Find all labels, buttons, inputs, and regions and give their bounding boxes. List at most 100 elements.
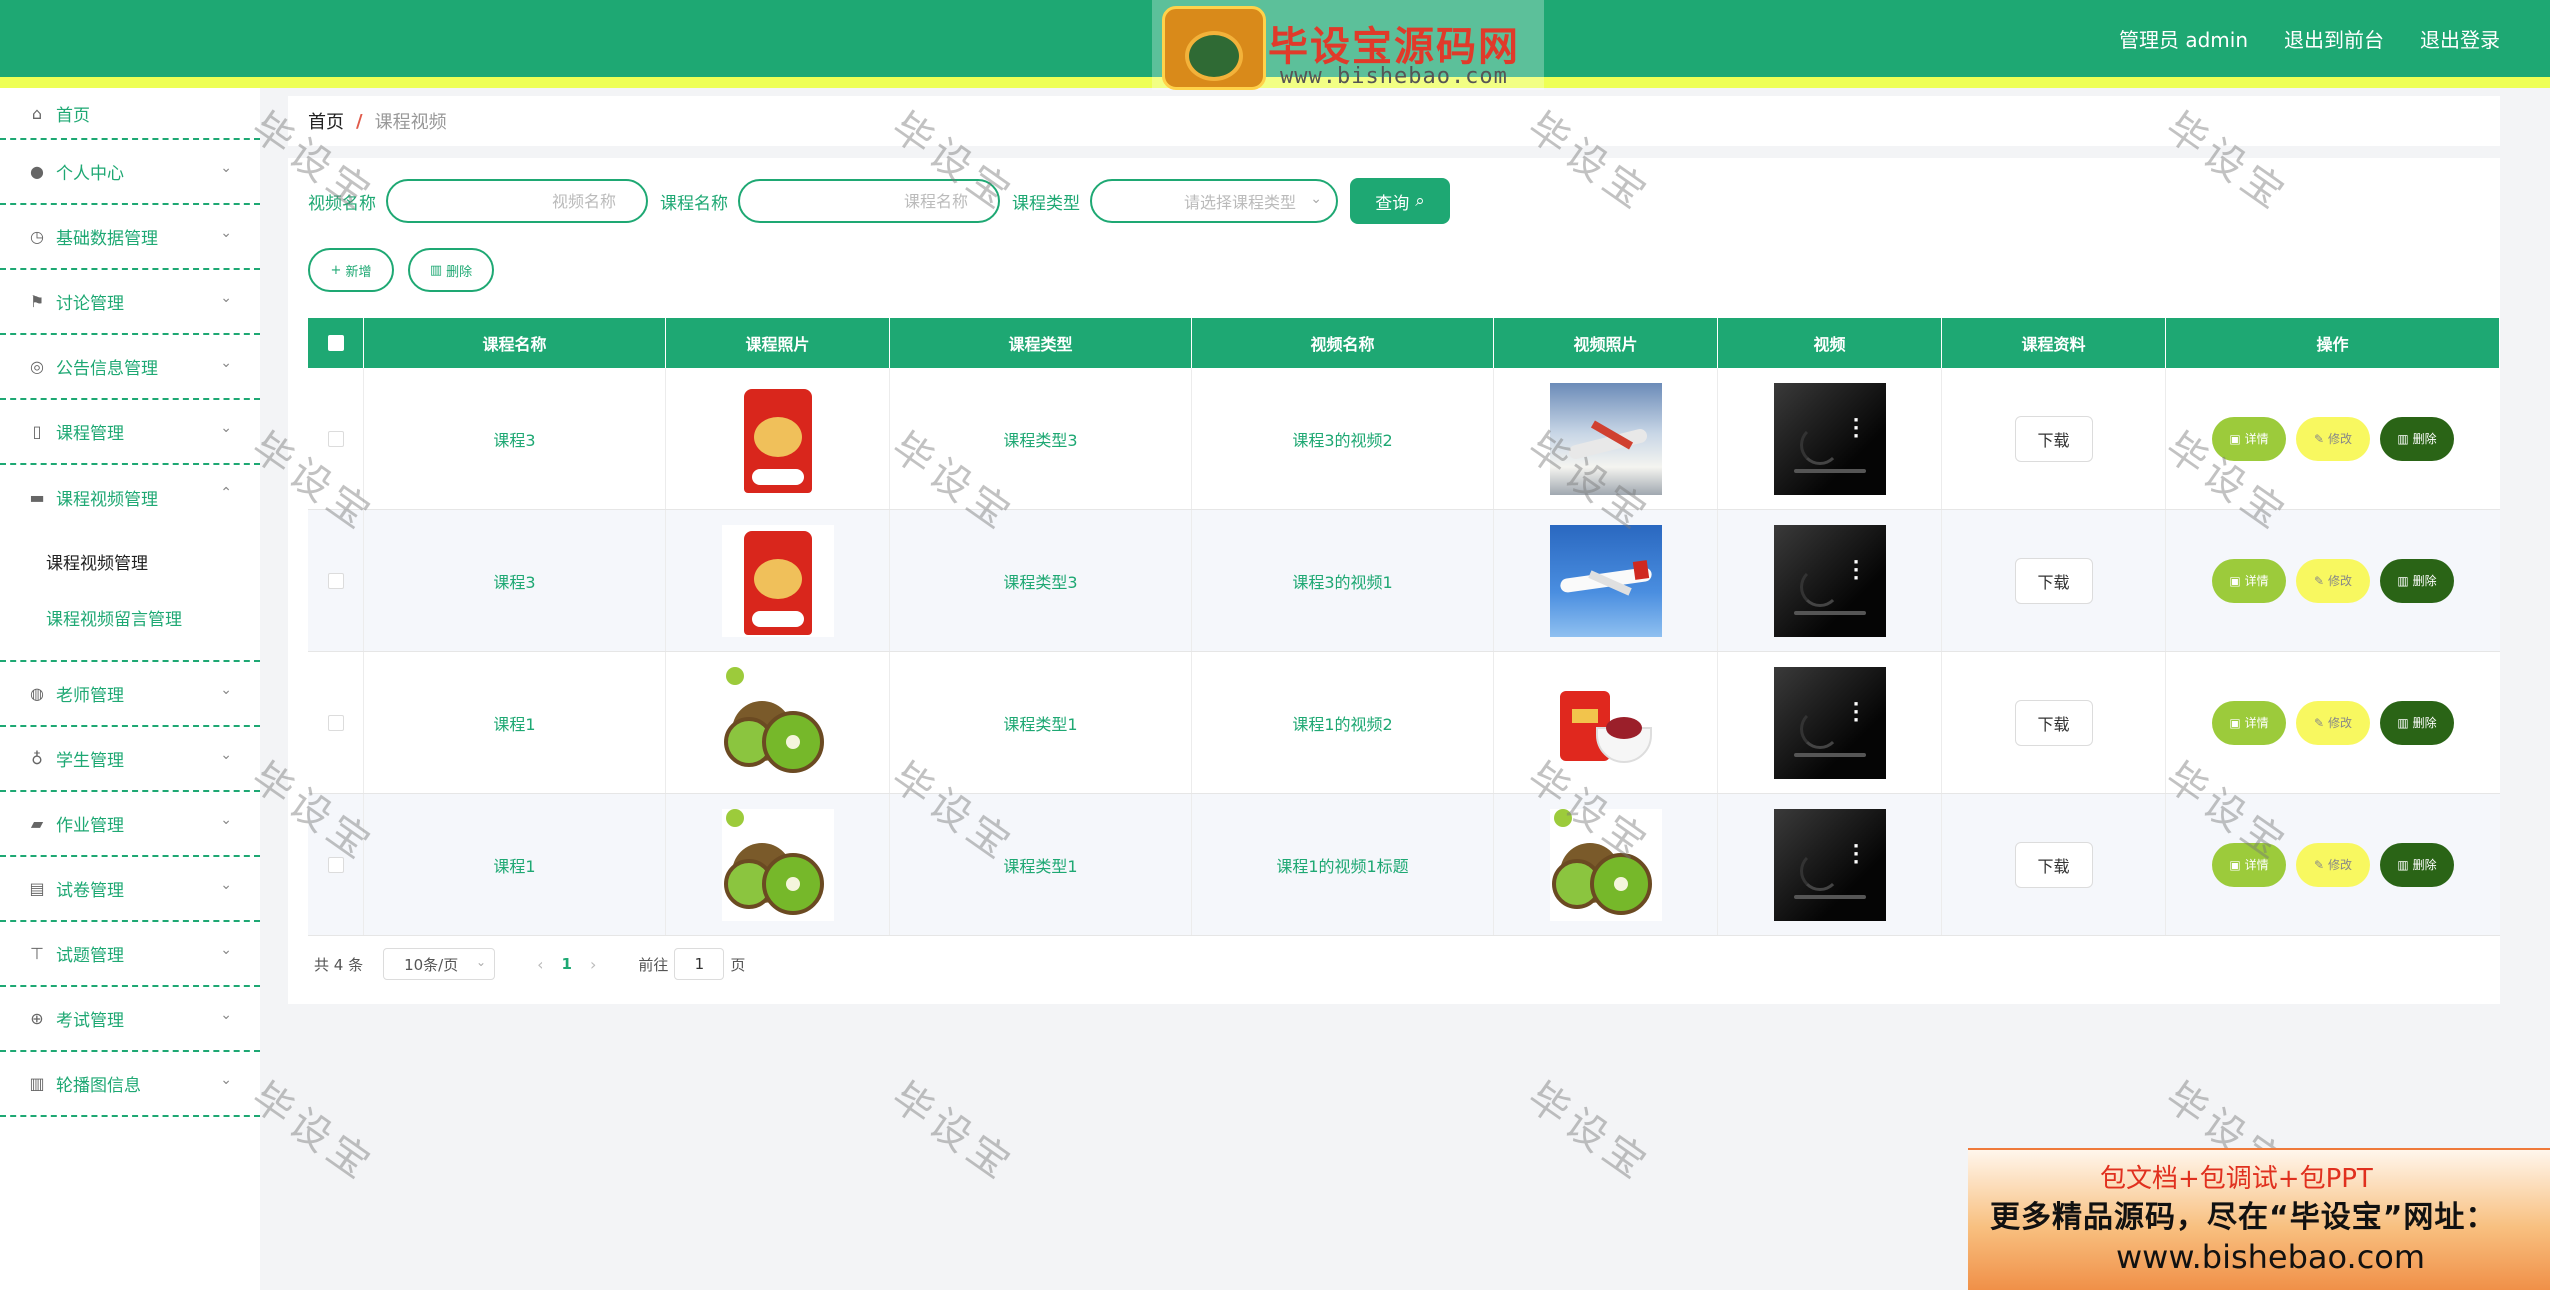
- sidebar-item-label: 老师管理: [56, 686, 124, 706]
- video-player[interactable]: · · ·: [1773, 382, 1886, 495]
- chevron-down-icon: ⌄: [220, 877, 232, 893]
- sidebar-item-basic-data[interactable]: ◷ 基础数据管理 ⌄: [0, 205, 260, 270]
- add-button[interactable]: + 新增: [308, 248, 394, 292]
- submenu-item-course-video[interactable]: 课程视频管理: [0, 536, 260, 592]
- sidebar-item-home[interactable]: ⌂ 首页: [0, 88, 260, 140]
- home-icon: ⌂: [31, 103, 43, 123]
- sidebar-item-question[interactable]: ⊤ 试题管理 ⌄: [0, 922, 260, 987]
- sidebar-item-notice[interactable]: ◎ 公告信息管理 ⌄: [0, 335, 260, 400]
- video-player[interactable]: · · ·: [1773, 808, 1886, 921]
- header-course-photo: 课程照片: [666, 318, 890, 368]
- edit-button[interactable]: ✎ 修改: [2296, 842, 2370, 887]
- edit-button[interactable]: ✎ 修改: [2296, 558, 2370, 603]
- course-type-cell: 课程类型1: [890, 794, 1192, 935]
- sidebar-item-course[interactable]: ▯ 课程管理 ⌄: [0, 400, 260, 465]
- delete-button[interactable]: ▥ 删除: [2380, 558, 2454, 603]
- course-name-input[interactable]: [738, 179, 1000, 223]
- delete-label: 删除: [2412, 432, 2437, 446]
- prev-page-icon[interactable]: ‹: [537, 955, 543, 974]
- chevron-down-icon: ⌄: [1310, 191, 1322, 207]
- download-button[interactable]: 下载: [2014, 699, 2093, 746]
- sidebar-item-exam[interactable]: ⊕ 考试管理 ⌄: [0, 987, 260, 1052]
- course-type-cell: 课程类型3: [890, 510, 1192, 651]
- course-photo-cell: [666, 652, 890, 793]
- sidebar-item-paper[interactable]: ▤ 试卷管理 ⌄: [0, 857, 260, 922]
- header-select-all[interactable]: [308, 318, 364, 368]
- delete-button[interactable]: ▥ 删除: [2380, 700, 2454, 745]
- search-button[interactable]: 查询 ⌕: [1350, 178, 1450, 224]
- detail-button[interactable]: ▣ 详情: [2212, 416, 2286, 461]
- trash-icon: ▥: [2397, 857, 2409, 872]
- page-number[interactable]: 1: [562, 955, 572, 973]
- header-operations: 操作: [2166, 318, 2500, 368]
- course-name-cell: 课程1: [364, 652, 666, 793]
- course-name-cell: 课程3: [364, 510, 666, 651]
- chevron-down-icon: ⌄: [220, 160, 232, 176]
- detail-button[interactable]: ▣ 详情: [2212, 842, 2286, 887]
- video-name-cell: 课程3的视频1: [1192, 510, 1494, 651]
- logo-badge-icon: [1162, 6, 1266, 90]
- more-icon: · · ·: [1852, 835, 1860, 873]
- page-size-select[interactable]: 10条/页 ⌄: [383, 948, 496, 980]
- sidebar-item-personal[interactable]: ● 个人中心 ⌄: [0, 140, 260, 205]
- download-button[interactable]: 下载: [2014, 415, 2093, 462]
- course-type-cell: 课程类型1: [890, 652, 1192, 793]
- chevron-up-icon: ⌃: [220, 485, 232, 501]
- promo-banner: 包文档+包调试+包PPT 更多精品源码，尽在“毕设宝”网址： www.bishe…: [1968, 1148, 2550, 1290]
- video-name-cell: 课程3的视频2: [1192, 368, 1494, 509]
- table-row: 课程1 课程类型1 课程1的视频2 · · · 下载 ▣ 详情 ✎ 修改 ▥ 删除: [308, 652, 2500, 794]
- edit-button[interactable]: ✎ 修改: [2296, 416, 2370, 461]
- operations-cell: ▣ 详情 ✎ 修改 ▥ 删除: [2166, 510, 2500, 651]
- material-cell: 下载: [1942, 368, 2166, 509]
- goto-page-input[interactable]: [674, 948, 725, 980]
- edit-label: 修改: [2328, 574, 2353, 588]
- header-video-photo: 视频照片: [1494, 318, 1718, 368]
- video-player[interactable]: · · ·: [1773, 666, 1886, 779]
- video-name-input[interactable]: [386, 179, 648, 223]
- sidebar-item-carousel[interactable]: ▥ 轮播图信息 ⌄: [0, 1052, 260, 1117]
- course-type-select[interactable]: 请选择课程类型 ⌄: [1090, 179, 1338, 223]
- rice-bag-image: [721, 524, 834, 637]
- edit-icon: ✎: [2313, 431, 2325, 446]
- download-button[interactable]: 下载: [2014, 557, 2093, 604]
- batch-delete-button[interactable]: ▥ 删除: [408, 248, 494, 292]
- sidebar: ⌂ 首页 ● 个人中心 ⌄ ◷ 基础数据管理 ⌄ ⚑ 讨论管理 ⌄ ◎ 公告信息…: [0, 88, 260, 1290]
- microphone-icon: ♁: [31, 749, 43, 768]
- back-to-front-link[interactable]: 退出到前台: [2284, 24, 2384, 53]
- course-photo-cell: [666, 368, 890, 509]
- breadcrumb-home[interactable]: 首页: [308, 108, 344, 134]
- sidebar-item-discussion[interactable]: ⚑ 讨论管理 ⌄: [0, 270, 260, 335]
- detail-button[interactable]: ▣ 详情: [2212, 558, 2286, 603]
- edit-label: 修改: [2328, 858, 2353, 872]
- logout-link[interactable]: 退出登录: [2420, 24, 2500, 53]
- watermark-site-url: www.bishebao.com: [1280, 64, 1508, 89]
- batch-delete-label: 删除: [446, 264, 473, 280]
- row-select-cell: [308, 652, 364, 793]
- next-page-icon[interactable]: ›: [590, 955, 596, 974]
- breadcrumb-separator: /: [356, 110, 363, 132]
- delete-button[interactable]: ▥ 删除: [2380, 416, 2454, 461]
- video-player[interactable]: · · ·: [1773, 524, 1886, 637]
- download-button[interactable]: 下载: [2014, 841, 2093, 888]
- watermark-stamp: 毕设宝: [882, 1073, 1023, 1191]
- row-checkbox[interactable]: [327, 430, 344, 447]
- sidebar-item-homework[interactable]: ▰ 作业管理 ⌄: [0, 792, 260, 857]
- admin-user-label: 管理员 admin: [2118, 28, 2248, 52]
- row-checkbox[interactable]: [327, 714, 344, 731]
- chevron-down-icon: ⌄: [220, 355, 232, 371]
- detail-button[interactable]: ▣ 详情: [2212, 700, 2286, 745]
- delete-button[interactable]: ▥ 删除: [2380, 842, 2454, 887]
- sidebar-item-course-video[interactable]: ▬ 课程视频管理 ⌃: [0, 465, 260, 530]
- detail-label: 详情: [2244, 716, 2269, 730]
- submenu-item-course-video-comment[interactable]: 课程视频留言管理: [0, 592, 260, 648]
- delete-label: 删除: [2412, 858, 2437, 872]
- edit-button[interactable]: ✎ 修改: [2296, 700, 2370, 745]
- sidebar-item-student[interactable]: ♁ 学生管理 ⌄: [0, 727, 260, 792]
- video-cell: · · ·: [1718, 368, 1942, 509]
- row-checkbox[interactable]: [327, 856, 344, 873]
- select-all-checkbox[interactable]: [327, 335, 344, 351]
- video-photo-cell: [1494, 510, 1718, 651]
- sidebar-item-teacher[interactable]: ◍ 老师管理 ⌄: [0, 662, 260, 727]
- row-checkbox[interactable]: [327, 572, 344, 589]
- content-card: 视频名称 课程名称 课程类型 请选择课程类型 ⌄ 查询 ⌕ + 新增 ▥ 删除 …: [288, 158, 2500, 1004]
